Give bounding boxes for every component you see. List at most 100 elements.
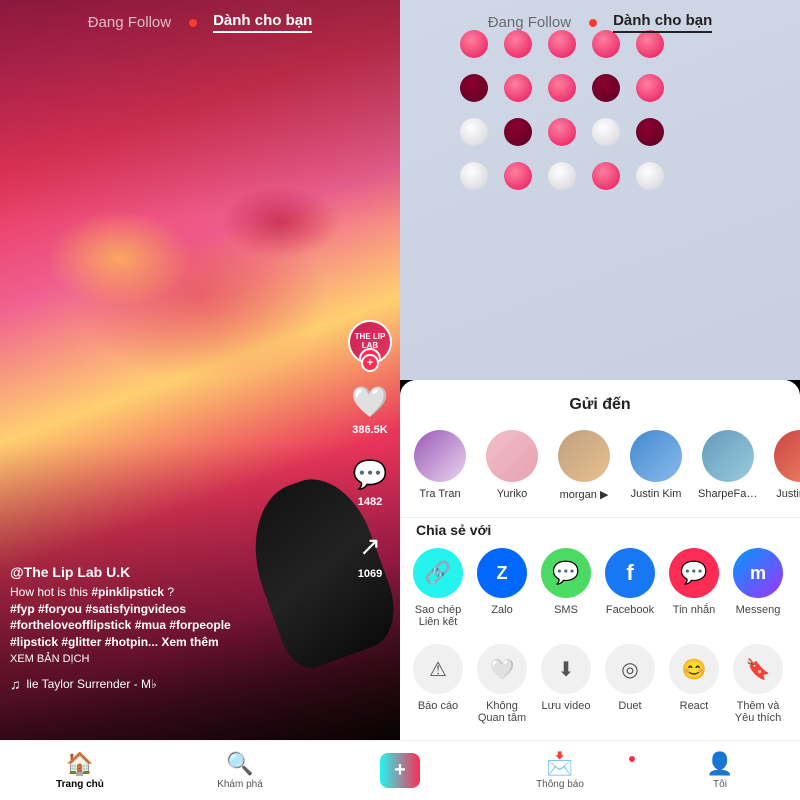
app-sms-label: SMS — [554, 604, 578, 616]
tab-foryou-right[interactable]: Dành cho bạn — [613, 12, 712, 33]
tab-following-right[interactable]: Đang Follow — [488, 14, 571, 31]
friend-item-4[interactable]: SharpeFamilySingers — [700, 430, 756, 501]
app-link-label: Sao chépLiên kết — [415, 604, 461, 628]
home-label: Trang chủ — [56, 779, 104, 790]
friend-name-1: Yuriko — [497, 488, 528, 500]
dot-1 — [460, 30, 488, 58]
creator-username[interactable]: @The Lip Lab U.K — [10, 564, 330, 580]
avatar-container[interactable]: THE LIP LAB + — [348, 320, 392, 364]
messenger-icon: m — [733, 548, 783, 598]
friends-row: Tra Tran Yuriko morgan ▶ Justin Kim Shar… — [400, 430, 800, 517]
share-title: Gửi đến — [400, 396, 800, 414]
friend-item-2[interactable]: morgan ▶ — [556, 430, 612, 501]
nav-add[interactable]: + — [320, 753, 480, 788]
friend-name-4: SharpeFamilySingers — [698, 488, 758, 500]
action-report-label: Báo cáo — [418, 700, 458, 712]
report-icon: ⚠ — [413, 644, 463, 694]
action-notcare[interactable]: 🤍 KhôngQuan tâm — [476, 644, 528, 724]
comment-button[interactable]: 💬 1482 — [350, 454, 390, 508]
right-video-area: Đang Follow Dành cho bạn — [400, 0, 800, 380]
home-icon: 🏠 — [66, 751, 93, 777]
friend-item-3[interactable]: Justin Kim — [628, 430, 684, 501]
share-apps-row: 🔗 Sao chépLiên kết Z Zalo 💬 SMS f Facebo… — [400, 548, 800, 644]
nav-home[interactable]: 🏠 Trang chủ — [0, 751, 160, 790]
right-sidebar: THE LIP LAB + 🤍 386.5K 💬 1482 ↗ — [348, 320, 392, 580]
app-sms[interactable]: 💬 SMS — [540, 548, 592, 628]
dot-16 — [460, 162, 488, 190]
share-button[interactable]: ↗ 1069 — [350, 526, 390, 580]
link-icon: 🔗 — [413, 548, 463, 598]
tab-foryou-left[interactable]: Dành cho bạn — [213, 12, 312, 33]
action-bookmark[interactable]: 🔖 Thêm vàYêu thích — [732, 644, 784, 724]
action-save[interactable]: ⬇ Lưu video — [540, 644, 592, 724]
add-button[interactable]: + — [380, 753, 420, 788]
inbox-icon: 📩 — [546, 751, 573, 777]
nav-inbox[interactable]: 📩 Thông báo — [480, 751, 640, 790]
friend-name-2: morgan ▶ — [560, 488, 609, 501]
app-messenger-label: Messeng — [736, 604, 781, 616]
friend-avatar-2 — [558, 430, 610, 482]
search-icon: 🔍 — [226, 751, 253, 777]
dot-11 — [460, 118, 488, 146]
friend-avatar-3 — [630, 430, 682, 482]
top-bar-left: Đang Follow Dành cho bạn — [0, 12, 400, 33]
notcare-icon: 🤍 — [477, 644, 527, 694]
follow-plus-badge[interactable]: + — [361, 354, 379, 372]
share-with-label: Chia sẻ với — [400, 518, 800, 548]
dot-9 — [592, 74, 620, 102]
dot-8 — [548, 74, 576, 102]
app-tinnhan-label: Tin nhắn — [673, 604, 715, 616]
friend-item-0[interactable]: Tra Tran — [412, 430, 468, 501]
friend-name-0: Tra Tran — [419, 488, 460, 500]
action-report[interactable]: ⚠ Báo cáo — [412, 644, 464, 724]
friend-item-1[interactable]: Yuriko — [484, 430, 540, 501]
app-link[interactable]: 🔗 Sao chépLiên kết — [412, 548, 464, 628]
notification-dot — [628, 755, 636, 763]
nav-profile[interactable]: 👤 Tôi — [640, 751, 800, 790]
live-dot-right — [589, 19, 597, 27]
app-messenger[interactable]: m Messeng — [732, 548, 784, 628]
translate-btn[interactable]: XEM BẢN DỊCH — [10, 653, 330, 665]
action-react[interactable]: 😊 React — [668, 644, 720, 724]
friend-avatar-0 — [414, 430, 466, 482]
tinnhan-icon: 💬 — [669, 548, 719, 598]
app-zalo[interactable]: Z Zalo — [476, 548, 528, 628]
action-save-label: Lưu video — [542, 700, 591, 712]
app-facebook[interactable]: f Facebook — [604, 548, 656, 628]
share-sheet: Gửi đến Tra Tran Yuriko morgan ▶ Justi — [400, 380, 800, 740]
react-icon: 😊 — [669, 644, 719, 694]
bookmark-icon: 🔖 — [733, 644, 783, 694]
profile-icon: 👤 — [706, 751, 733, 777]
dot-3 — [548, 30, 576, 58]
tab-following-left[interactable]: Đang Follow — [88, 14, 171, 31]
dot-7 — [504, 74, 532, 102]
dot-10 — [636, 74, 664, 102]
action-duet-label: Duet — [618, 700, 641, 712]
action-react-label: React — [680, 700, 709, 712]
friend-avatar-1 — [486, 430, 538, 482]
music-text[interactable]: lie Taylor Surrender - M♭ — [27, 677, 157, 691]
see-more-btn[interactable]: Xem thêm — [161, 635, 218, 649]
dot-19 — [592, 162, 620, 190]
like-count: 386.5K — [352, 424, 387, 436]
dot-4 — [592, 30, 620, 58]
video-caption: How hot is this #pinklipstick ? #fyp #fo… — [10, 584, 330, 651]
music-bar: ♫ lie Taylor Surrender - M♭ — [10, 676, 390, 692]
app-tinnhan[interactable]: 💬 Tin nhắn — [668, 548, 720, 628]
app-facebook-label: Facebook — [606, 604, 654, 616]
dot-12 — [504, 118, 532, 146]
profile-label: Tôi — [713, 779, 727, 790]
dot-2 — [504, 30, 532, 58]
dot-6 — [460, 74, 488, 102]
bottom-nav: 🏠 Trang chủ 🔍 Khám phá + 📩 Thông báo 👤 T… — [0, 740, 800, 800]
comment-count: 1482 — [358, 496, 382, 508]
nav-search[interactable]: 🔍 Khám phá — [160, 751, 320, 790]
duet-icon: ◎ — [605, 644, 655, 694]
like-button[interactable]: 🤍 386.5K — [350, 382, 390, 436]
action-duet[interactable]: ◎ Duet — [604, 644, 656, 724]
live-dot-left — [189, 19, 197, 27]
friend-item-5[interactable]: Justin Vib — [772, 430, 800, 501]
dot-18 — [548, 162, 576, 190]
friend-avatar-5 — [774, 430, 800, 482]
app-zalo-label: Zalo — [491, 604, 512, 616]
